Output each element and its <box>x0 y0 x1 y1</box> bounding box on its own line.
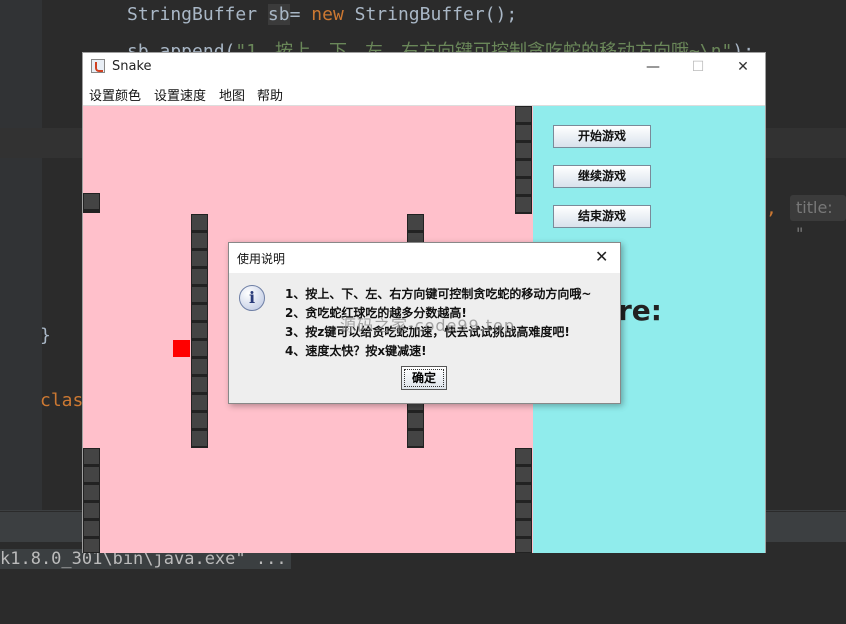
dialog-close-icon[interactable]: ✕ <box>595 247 608 266</box>
code-variable: sb <box>267 4 290 25</box>
code-line-class: clas <box>40 390 84 411</box>
java-app-icon <box>91 59 105 73</box>
wall-block <box>515 448 532 553</box>
wall-block <box>83 193 100 213</box>
end-game-button[interactable]: 结束游戏 <box>553 205 651 228</box>
code-keyword: new <box>311 4 344 25</box>
menu-set-speed[interactable]: 设置速度 <box>154 85 206 104</box>
continue-game-button[interactable]: 继续游戏 <box>553 165 651 188</box>
help-line-4: 4、速度太快？按x键减速! <box>285 344 427 358</box>
start-game-button[interactable]: 开始游戏 <box>553 125 651 148</box>
menu-help[interactable]: 帮助 <box>257 85 283 104</box>
food-dot <box>173 340 190 357</box>
code-token: StringBuffer(); <box>343 4 518 25</box>
wall-block <box>83 448 100 553</box>
code-line-close-brace: } <box>40 325 51 346</box>
code-param-comma: , <box>766 198 777 219</box>
code-token: = <box>289 4 312 25</box>
code-token: StringBuffer <box>127 4 268 25</box>
code-line-stringbuffer: StringBuffer sb= new StringBuffer(); <box>127 4 517 25</box>
score-label: re: <box>618 294 662 327</box>
dialog-title: 使用说明 <box>237 252 286 266</box>
wall-block <box>191 214 208 448</box>
info-icon: i <box>239 285 265 311</box>
ok-button[interactable]: 确定 <box>401 366 447 390</box>
window-title: Snake <box>112 59 152 74</box>
watermark-text: 源码之家-code99.top <box>340 316 516 335</box>
menubar: 设置颜色 设置速度 地图 帮助 <box>83 81 765 106</box>
editor-gutter <box>0 0 42 510</box>
window-titlebar[interactable]: Snake — ☐ ✕ <box>83 53 765 81</box>
menu-set-color[interactable]: 设置颜色 <box>89 85 141 104</box>
maximize-button[interactable]: ☐ <box>683 57 713 77</box>
minimize-button[interactable]: — <box>638 57 668 77</box>
help-line-1: 1、按上、下、左、右方向键可控制贪吃蛇的移动方向哦~ <box>285 287 592 301</box>
window-close-button[interactable]: ✕ <box>728 57 758 77</box>
param-hint: title: " <box>790 195 846 243</box>
wall-block <box>515 106 532 214</box>
dialog-titlebar[interactable]: 使用说明 ✕ <box>229 243 620 273</box>
menu-map[interactable]: 地图 <box>219 85 245 104</box>
